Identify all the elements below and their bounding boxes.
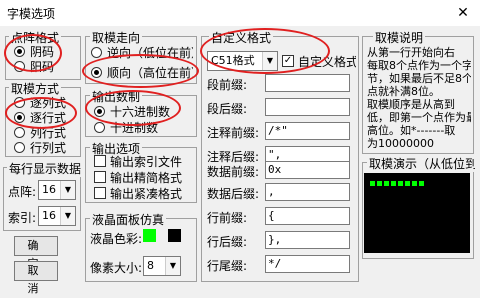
radio-reverse[interactable] bbox=[91, 47, 102, 58]
highlight-dot-format bbox=[4, 34, 62, 72]
highlight-direction bbox=[82, 54, 199, 88]
pixel-size-value: 8 bbox=[147, 259, 154, 272]
field-label-data-prefix: 数据前缀: bbox=[207, 165, 260, 179]
highlight-take-mode bbox=[5, 97, 77, 129]
lcd-pixel bbox=[377, 181, 382, 186]
explain-line: 低，即第一个点作为最 bbox=[367, 111, 471, 124]
pixel-size-select[interactable]: 8 ▼ bbox=[143, 256, 181, 276]
index-count-value: 16 bbox=[42, 209, 56, 222]
input-data-suffix[interactable]: , bbox=[265, 183, 350, 201]
cancel-button[interactable]: 取 消 bbox=[14, 261, 58, 295]
title-bar: 字模选项 ✕ bbox=[0, 0, 480, 26]
dot-count-value: 16 bbox=[42, 183, 56, 196]
explain-line: 取模顺序是从高到 bbox=[367, 98, 455, 111]
input-line-prefix[interactable]: { bbox=[265, 207, 350, 225]
lcd-pixel bbox=[391, 181, 396, 186]
checkbox-index-file[interactable] bbox=[94, 155, 106, 167]
lcd-pixel bbox=[384, 181, 389, 186]
radio-row-column-label: 行列式 bbox=[30, 141, 67, 155]
pixel-size-label: 像素大小: bbox=[90, 261, 143, 275]
input-line-end[interactable]: */ bbox=[265, 255, 350, 273]
lcd-off-color-swatch[interactable] bbox=[168, 229, 181, 242]
explain-line: 点就补满8位。 bbox=[367, 85, 440, 98]
chevron-down-icon[interactable]: ▼ bbox=[165, 257, 180, 275]
radio-column-row[interactable] bbox=[14, 127, 25, 138]
per-line-label: 每行显示数据 bbox=[7, 160, 81, 177]
lcd-pixel bbox=[405, 181, 410, 186]
checkbox-compact-format[interactable] bbox=[94, 187, 106, 199]
checkbox-index-file-label: 输出索引文件 bbox=[110, 155, 183, 169]
lcd-color-label: 液晶色彩: bbox=[90, 232, 143, 246]
input-data-prefix[interactable]: 0x bbox=[265, 161, 350, 179]
chevron-down-icon[interactable]: ▼ bbox=[60, 181, 75, 199]
lcd-on-color-swatch[interactable] bbox=[143, 229, 156, 242]
explain-line: 节，如果最后不足8个 bbox=[367, 72, 471, 85]
input-seg-suffix[interactable] bbox=[265, 98, 350, 116]
ok-button[interactable]: 确 定 bbox=[14, 236, 58, 270]
lcd-pixel bbox=[370, 181, 375, 186]
field-label-comment-prefix: 注释前缀: bbox=[207, 126, 260, 140]
demo-label: 取模演示（从低位到 bbox=[367, 155, 475, 172]
input-line-suffix[interactable]: }, bbox=[265, 231, 350, 249]
checkbox-simple-format[interactable] bbox=[94, 171, 106, 183]
radio-dec[interactable] bbox=[94, 122, 105, 133]
radio-row-column[interactable] bbox=[14, 142, 25, 153]
dot-count-select[interactable]: 16 ▼ bbox=[38, 180, 76, 200]
explain-label: 取模说明 bbox=[373, 29, 426, 46]
explain-line: 从第一行开始向右 bbox=[367, 46, 455, 59]
input-comment-prefix[interactable]: /*" bbox=[265, 122, 350, 140]
field-label-data-suffix: 数据后缀: bbox=[207, 187, 260, 201]
dot-count-label: 点阵: bbox=[8, 185, 37, 199]
highlight-custom-format bbox=[200, 28, 330, 74]
field-label-line-suffix: 行后缀: bbox=[207, 235, 248, 249]
explain-line: 为10000000 bbox=[367, 137, 434, 150]
index-count-label: 索引: bbox=[8, 211, 37, 225]
field-label-line-end: 行尾缀: bbox=[207, 259, 248, 273]
highlight-radix bbox=[85, 90, 181, 126]
field-label-seg-suffix: 段后缀: bbox=[207, 102, 248, 116]
lcd-label: 液晶面板仿真 bbox=[90, 211, 167, 228]
checkbox-simple-format-label: 输出精简格式 bbox=[110, 171, 183, 185]
field-label-line-prefix: 行前缀: bbox=[207, 211, 248, 225]
input-seg-prefix[interactable] bbox=[265, 74, 350, 92]
lcd-pixel bbox=[412, 181, 417, 186]
checkbox-compact-format-label: 输出紧凑格式 bbox=[110, 187, 183, 201]
explain-text: 从第一行开始向右 每取8个点作为一个字 节，如果最后不足8个 点就补满8位。 取… bbox=[367, 46, 471, 150]
lcd-pixel bbox=[419, 181, 424, 186]
index-count-select[interactable]: 16 ▼ bbox=[38, 206, 76, 226]
chevron-down-icon[interactable]: ▼ bbox=[60, 207, 75, 225]
field-label-seg-prefix: 段前缀: bbox=[207, 78, 248, 92]
window-title: 字模选项 bbox=[7, 7, 56, 21]
explain-line: 高位。如*-------取 bbox=[367, 124, 456, 137]
lcd-pixel bbox=[398, 181, 403, 186]
explain-line: 每取8个点作为一个字 bbox=[367, 59, 471, 72]
close-icon[interactable]: ✕ bbox=[452, 3, 474, 23]
